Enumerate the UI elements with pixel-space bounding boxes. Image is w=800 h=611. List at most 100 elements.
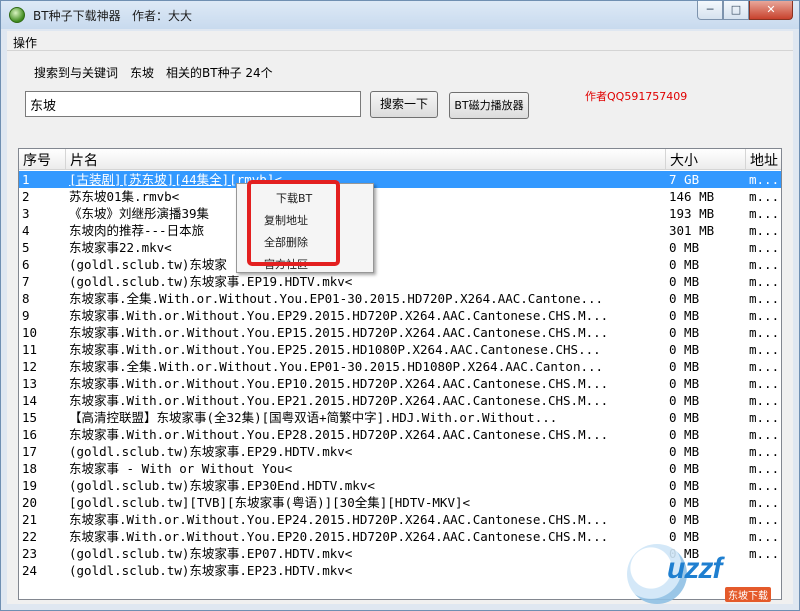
- row-size: 7 GB: [669, 171, 745, 188]
- row-name-text: 东坡家事.With.or.Without.You.EP24.2015.HD720…: [69, 512, 609, 527]
- row-number: 2: [22, 188, 66, 205]
- watermark-sub: 东坡下载: [725, 587, 771, 602]
- table-row[interactable]: 14 东坡家事.With.or.Without.You.EP21.2015.HD7…: [19, 392, 781, 409]
- row-address: m...: [749, 171, 781, 188]
- row-number-text: 16: [22, 427, 38, 442]
- row-size-text: 0 MB: [669, 478, 700, 493]
- row-size: 0 MB: [669, 494, 745, 511]
- row-size: 0 MB: [669, 256, 745, 273]
- row-address-text: m...: [749, 410, 780, 425]
- table-row[interactable]: 11 东坡家事.With.or.Without.You.EP25.2015.HD1…: [19, 341, 781, 358]
- table-row[interactable]: 2 苏东坡01集.rmvb< 146 MB m...: [19, 188, 781, 205]
- row-address-text: m...: [749, 427, 780, 442]
- table-row[interactable]: 3 《东坡》刘继彤演播39集 193 MB m...: [19, 205, 781, 222]
- row-address: m...: [749, 392, 781, 409]
- table-row[interactable]: 9 东坡家事.With.or.Without.You.EP29.2015.HD72…: [19, 307, 781, 324]
- summary-keyword: 东坡: [130, 66, 155, 80]
- table-row[interactable]: 7 (goldl.sclub.tw)东坡家事.EP19.HDTV.mkv< 0 MB…: [19, 273, 781, 290]
- row-name: 东坡家事.With.or.Without.You.EP15.2015.HD720…: [69, 324, 665, 341]
- table-row[interactable]: 6 (goldl.sclub.tw)东坡家 0 MB m...: [19, 256, 781, 273]
- row-number-text: 4: [22, 223, 30, 238]
- row-name: 东坡家事.With.or.Without.You.EP10.2015.HD720…: [69, 375, 665, 392]
- table-row[interactable]: 4 东坡肉的推荐---日本旅 301 MB m...: [19, 222, 781, 239]
- table-row[interactable]: 16 东坡家事.With.or.Without.You.EP28.2015.HD7…: [19, 426, 781, 443]
- close-button[interactable]: ✕: [749, 1, 793, 20]
- row-size: 301 MB: [669, 222, 745, 239]
- row-number: 7: [22, 273, 66, 290]
- row-size: 0 MB: [669, 426, 745, 443]
- row-address-text: m...: [749, 342, 780, 357]
- row-name: 东坡家事.全集.With.or.Without.You.EP01-30.2015…: [69, 290, 665, 307]
- search-input[interactable]: [25, 91, 361, 117]
- table-row[interactable]: 8 东坡家事.全集.With.or.Without.You.EP01-30.201…: [19, 290, 781, 307]
- row-size: 0 MB: [669, 477, 745, 494]
- table-row[interactable]: 13 东坡家事.With.or.Without.You.EP10.2015.HD7…: [19, 375, 781, 392]
- table-row[interactable]: 21 东坡家事.With.or.Without.You.EP24.2015.HD7…: [19, 511, 781, 528]
- row-address-text: m...: [749, 257, 780, 272]
- row-number: 3: [22, 205, 66, 222]
- row-address: m...: [749, 443, 781, 460]
- row-number: 9: [22, 307, 66, 324]
- row-size: 0 MB: [669, 324, 745, 341]
- row-name-text: 东坡家事.With.or.Without.You.EP21.2015.HD720…: [69, 393, 609, 408]
- row-number-text: 24: [22, 563, 38, 578]
- row-name-text: 东坡家事.With.or.Without.You.EP15.2015.HD720…: [69, 325, 609, 340]
- row-size: 0 MB: [669, 239, 745, 256]
- minimize-button[interactable]: ─: [697, 1, 723, 20]
- row-number-text: 17: [22, 444, 38, 459]
- table-row[interactable]: 19 (goldl.sclub.tw)东坡家事.EP30End.HDTV.mkv<…: [19, 477, 781, 494]
- row-address-text: m...: [749, 308, 780, 323]
- title-bar[interactable]: BT种子下载神器 作者：大大 ─ □ ✕: [1, 1, 799, 29]
- row-address: m...: [749, 256, 781, 273]
- row-size: 0 MB: [669, 511, 745, 528]
- column-header-name[interactable]: 片名: [66, 149, 666, 170]
- table-row[interactable]: 15 【高清控联盟】东坡家事(全32集)[国粤双语+简繁中字].HDJ.With.…: [19, 409, 781, 426]
- bt-player-button[interactable]: BT磁力播放器: [449, 92, 529, 119]
- app-logo-icon: [9, 7, 25, 23]
- row-size-text: 0 MB: [669, 461, 700, 476]
- row-address: m...: [749, 222, 781, 239]
- row-name: (goldl.sclub.tw)东坡家事.EP19.HDTV.mkv<: [69, 273, 665, 290]
- table-row[interactable]: 5 东坡家事22.mkv< 0 MB m...: [19, 239, 781, 256]
- summary-suffix: 相关的BT种子 24个: [166, 66, 273, 80]
- column-header-size[interactable]: 大小: [666, 149, 746, 170]
- table-row[interactable]: 18 东坡家事 - With or Without You< 0 MB m...: [19, 460, 781, 477]
- table-row[interactable]: 1 [古装剧][苏东坡][44集全][rmvb]< 7 GB m...: [19, 171, 781, 188]
- row-name-text: 东坡家事.With.or.Without.You.EP29.2015.HD720…: [69, 308, 609, 323]
- row-address-text: m...: [749, 461, 780, 476]
- maximize-button[interactable]: □: [723, 1, 749, 20]
- row-size: 0 MB: [669, 307, 745, 324]
- row-number: 16: [22, 426, 66, 443]
- row-size: 0 MB: [669, 443, 745, 460]
- table-row[interactable]: 20 [goldl.sclub.tw][TVB][东坡家事(粤语)][30全集][…: [19, 494, 781, 511]
- table-row[interactable]: 10 东坡家事.With.or.Without.You.EP15.2015.HD7…: [19, 324, 781, 341]
- author-contact: 作者QQ591757409: [585, 90, 688, 103]
- torrent-list[interactable]: 序号 片名 大小 地址 1 [古装剧][苏东坡][44集全][rmvb]< 7 GB…: [18, 148, 782, 600]
- row-address: m...: [749, 324, 781, 341]
- row-size: 0 MB: [669, 392, 745, 409]
- column-header-number[interactable]: 序号: [19, 149, 66, 170]
- row-number: 6: [22, 256, 66, 273]
- row-size-text: 0 MB: [669, 257, 700, 272]
- row-number: 5: [22, 239, 66, 256]
- window-controls: ─ □ ✕: [697, 1, 793, 21]
- menu-bar: 操作: [7, 31, 793, 51]
- row-size: 0 MB: [669, 290, 745, 307]
- row-size: 0 MB: [669, 375, 745, 392]
- row-number: 24: [22, 562, 66, 579]
- column-header-address[interactable]: 地址: [746, 149, 781, 170]
- summary-prefix: 搜索到与关键词: [34, 66, 119, 80]
- table-row[interactable]: 12 东坡家事.全集.With.or.Without.You.EP01-30.20…: [19, 358, 781, 375]
- row-number-text: 11: [22, 342, 38, 357]
- table-row[interactable]: 17 (goldl.sclub.tw)东坡家事.EP29.HDTV.mkv< 0 M…: [19, 443, 781, 460]
- row-name: 东坡家事 - With or Without You<: [69, 460, 665, 477]
- row-address: m...: [749, 494, 781, 511]
- row-name-text: 东坡家事.全集.With.or.Without.You.EP01-30.2015…: [69, 359, 604, 374]
- menu-operate[interactable]: 操作: [13, 34, 37, 51]
- row-size-text: 0 MB: [669, 291, 700, 306]
- row-address-text: m...: [749, 376, 780, 391]
- row-number-text: 15: [22, 410, 38, 425]
- search-button[interactable]: 搜索一下: [370, 91, 438, 118]
- row-name-text: 东坡家事.With.or.Without.You.EP20.2015.HD720…: [69, 529, 609, 544]
- row-number: 20: [22, 494, 66, 511]
